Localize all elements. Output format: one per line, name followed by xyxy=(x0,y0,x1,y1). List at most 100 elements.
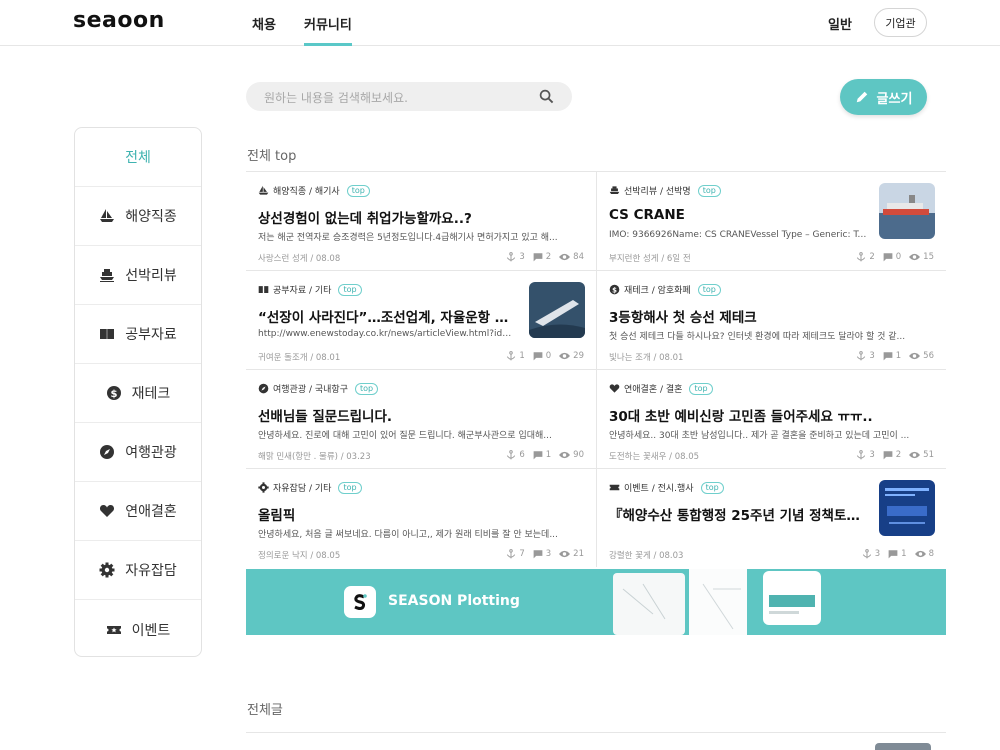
post-category: 선박리뷰 / 선박명 top xyxy=(609,184,721,197)
anchor-icon xyxy=(507,450,516,460)
gear-icon xyxy=(258,482,269,493)
next-post-thumbnail[interactable] xyxy=(875,743,931,750)
post-excerpt: IMO: 9366926Name: CS CRANEVessel Type – … xyxy=(609,230,867,240)
post-card[interactable]: 연애결혼 / 결혼 top 30대 초반 예비신랑 고민좀 들어주세요 ㅠㅠ..… xyxy=(596,369,946,468)
post-stats: 7 3 21 xyxy=(506,549,584,559)
post-title[interactable]: 『해양수산 통합행정 25주년 기념 정책토론... xyxy=(609,504,864,524)
logo[interactable]: seaoon xyxy=(73,8,165,33)
eye-icon xyxy=(559,253,571,261)
sidebar-item-finance[interactable]: $ 재테크 xyxy=(75,364,201,423)
sidebar-item-study[interactable]: 공부자료 xyxy=(75,305,201,364)
post-meta: 사랑스런 성게 / 08.08 xyxy=(258,254,341,264)
write-button-label: 글쓰기 xyxy=(876,91,913,107)
post-card[interactable]: 자유잡담 / 기타 top 올림픽 안녕하세요, 처음 글 써보네요. 다름이 … xyxy=(246,468,596,567)
category-label: 연애결혼 / 결혼 xyxy=(624,385,683,395)
post-category: 공부자료 / 기타 top xyxy=(258,283,362,296)
ship-thumbnail[interactable] xyxy=(879,183,935,239)
post-title[interactable]: 상선경험이 없는데 취업가능할까요..? xyxy=(258,207,584,227)
sidebar-item-travel[interactable]: 여행관광 xyxy=(75,423,201,482)
ship-icon xyxy=(99,208,115,224)
post-card[interactable]: 공부자료 / 기타 top “선장이 사라진다”…조선업계, 자율운항 선...… xyxy=(246,270,596,369)
post-title[interactable]: CS CRANE xyxy=(609,207,864,223)
post-card[interactable]: 여행관광 / 국내항구 top 선배님들 질문드립니다. 안녕하세요. 진로에 … xyxy=(246,369,596,468)
autonomous-ship-thumbnail[interactable] xyxy=(529,282,585,338)
comment-icon xyxy=(533,550,543,559)
category-sidebar: 전체 해양직종 선박리뷰 공부자료 $ 재테크 여행관광 연애결혼 자유잡담 이… xyxy=(74,127,202,657)
sidebar-item-event[interactable]: 이벤트 xyxy=(75,600,201,656)
view-stat: 56 xyxy=(909,351,934,361)
view-count: 21 xyxy=(573,549,584,559)
comment-count: 3 xyxy=(545,549,552,559)
sidebar-item-free-talk[interactable]: 자유잡담 xyxy=(75,541,201,600)
post-excerpt: 저는 해군 전역자로 승조경력은 5년정도입니다.4급해기사 면허가지고 있고 … xyxy=(258,233,558,243)
search-icon[interactable] xyxy=(539,89,554,108)
post-card[interactable]: 이벤트 / 전시.행사 top 『해양수산 통합행정 25주년 기념 정책토론.… xyxy=(596,468,946,567)
view-stat: 15 xyxy=(909,252,934,262)
post-excerpt: 첫 승선 제테크 다들 하시나요? 인터넷 환경에 따라 제테크도 달라야 할 … xyxy=(609,332,906,342)
category-label: 선박리뷰 / 선박명 xyxy=(624,187,691,197)
post-category: 자유잡담 / 기타 top xyxy=(258,481,362,494)
comment-icon xyxy=(883,352,893,361)
top-badge: top xyxy=(338,283,362,296)
anchor-icon xyxy=(507,351,516,361)
heart-icon xyxy=(99,503,115,519)
post-title[interactable]: 선배님들 질문드립니다. xyxy=(258,405,584,425)
like-count: 6 xyxy=(519,450,525,460)
category-label: 여행관광 / 국내항구 xyxy=(273,385,348,395)
sidebar-item-label: 재테크 xyxy=(131,386,171,402)
post-meta: 도전하는 꽃새우 / 08.05 xyxy=(609,452,700,462)
ticket-icon xyxy=(609,482,620,493)
comment-stat: 3 xyxy=(533,549,551,559)
post-title[interactable]: “선장이 사라진다”…조선업계, 자율운항 선... xyxy=(258,306,513,326)
post-meta: 부지런한 성게 / 6일 전 xyxy=(609,254,691,264)
season-plotting-banner[interactable]: SEASON Plotting xyxy=(246,569,946,635)
comment-count: 1 xyxy=(895,351,902,361)
post-excerpt: http://www.enewstoday.co.kr/news/article… xyxy=(258,329,516,339)
tab-jobs[interactable]: 채용 xyxy=(252,14,276,33)
view-count: 90 xyxy=(573,450,584,460)
tab-community[interactable]: 커뮤니티 xyxy=(304,14,352,46)
post-stats: 1 0 29 xyxy=(506,351,584,361)
event-poster-thumbnail[interactable] xyxy=(879,480,935,536)
post-stats: 3 1 8 xyxy=(862,549,934,559)
post-card[interactable]: $ 재테크 / 암호화폐 top 3등항해사 첫 승선 제테크 첫 승선 제테크… xyxy=(596,270,946,369)
post-card[interactable]: 선박리뷰 / 선박명 top CS CRANE IMO: 9366926Name… xyxy=(596,171,946,270)
sidebar-item-all[interactable]: 전체 xyxy=(75,128,201,187)
view-stat: 8 xyxy=(914,549,934,559)
post-title[interactable]: 3등항해사 첫 승선 제테크 xyxy=(609,306,935,326)
like-count: 3 xyxy=(519,252,525,262)
post-title[interactable]: 올림픽 xyxy=(258,504,584,524)
business-button[interactable]: 기업관 xyxy=(874,8,927,37)
post-meta: 정의로운 낙지 / 08.05 xyxy=(258,551,341,561)
comment-count: 1 xyxy=(545,450,552,460)
comment-icon xyxy=(888,550,898,559)
svg-text:$: $ xyxy=(612,286,617,294)
anchor-icon xyxy=(507,252,516,262)
sidebar-item-label: 이벤트 xyxy=(131,622,171,639)
dollar-icon: $ xyxy=(106,385,122,401)
heart-icon xyxy=(609,383,620,394)
sidebar-item-dating[interactable]: 연애결혼 xyxy=(75,482,201,541)
write-button[interactable]: 글쓰기 xyxy=(840,79,927,115)
comment-count: 2 xyxy=(545,252,552,262)
section-title-all: 전체글 xyxy=(247,703,283,718)
post-title[interactable]: 30대 초반 예비신랑 고민좀 들어주세요 ㅠㅠ.. xyxy=(609,405,935,425)
comment-icon xyxy=(533,352,543,361)
post-category: $ 재테크 / 암호화폐 top xyxy=(609,283,721,296)
sidebar-item-maritime-jobs[interactable]: 해양직종 xyxy=(75,187,201,246)
sidebar-item-ship-review[interactable]: 선박리뷰 xyxy=(75,246,201,305)
user-mode-link[interactable]: 일반 xyxy=(828,14,852,33)
like-count: 3 xyxy=(869,351,875,361)
comment-count: 2 xyxy=(895,450,902,460)
post-card[interactable]: 해양직종 / 해기사 top 상선경험이 없는데 취업가능할까요..? 저는 해… xyxy=(246,171,596,270)
sidebar-item-label: 공부자료 xyxy=(125,327,177,343)
like-stat: 3 xyxy=(862,549,880,559)
search-input[interactable]: 원하는 내용을 검색해보세요. xyxy=(246,82,572,111)
banner-title: SEASON Plotting xyxy=(388,593,520,609)
compass-icon xyxy=(99,444,115,460)
section-title-top: 전체 top xyxy=(247,149,297,164)
like-count: 3 xyxy=(869,450,875,460)
top-badge: top xyxy=(689,382,713,395)
post-category: 이벤트 / 전시.행사 top xyxy=(609,481,724,494)
category-label: 재테크 / 암호화폐 xyxy=(624,286,691,296)
